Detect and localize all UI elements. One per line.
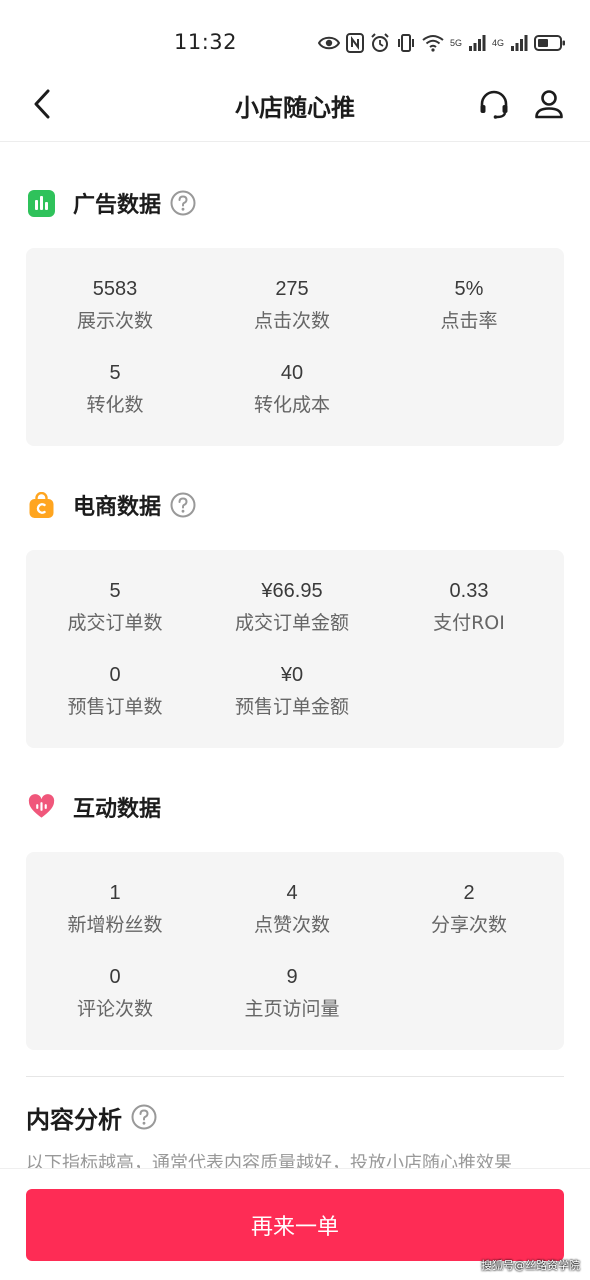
user-icon [535, 90, 563, 119]
status-icons: 5G 4G [317, 30, 566, 56]
signal-icon-2 [511, 35, 528, 51]
question-circle-icon[interactable] [170, 190, 196, 216]
metric-value: ¥0 [280, 664, 304, 686]
metric-value: 4 [286, 882, 298, 904]
metric-label: 新增粉丝数 [67, 914, 163, 936]
metric-label: 展示次数 [76, 310, 153, 332]
vibrate-icon [397, 34, 414, 52]
section-divider [26, 1076, 564, 1077]
metric-value: 275 [275, 278, 309, 300]
metric-value: 0.33 [449, 580, 489, 602]
signal-icon [468, 35, 486, 51]
metric-conversions: 5 转化数 [26, 358, 204, 422]
metric-order-count: 5 成交订单数 [26, 576, 204, 640]
nav-bar: 小店随心推 [0, 72, 590, 142]
metric-value: 5% [454, 278, 484, 300]
ecommerce-data-card: 5 成交订单数 ¥66.95 成交订单金额 0.33 支付ROI 0 预售订单数… [26, 550, 564, 748]
ad-data-header: 广告数据 [28, 185, 196, 221]
bottom-action-bar: 再来一单 搜狐号@丝路资学院 [0, 1168, 590, 1280]
metric-label: 转化成本 [253, 394, 330, 416]
heart-icon [28, 794, 55, 821]
metric-presale-order-amount: ¥0 预售订单金额 [203, 660, 381, 724]
metric-value: ¥66.95 [261, 580, 323, 602]
headset-icon [480, 90, 508, 119]
content-analysis-title: 内容分析 [26, 1105, 122, 1134]
metric-value: 9 [286, 966, 298, 988]
question-circle-icon[interactable] [131, 1104, 157, 1130]
customer-support-button[interactable] [474, 84, 514, 124]
metric-label: 预售订单数 [67, 696, 163, 718]
metric-label: 成交订单金额 [234, 612, 349, 634]
metric-value: 5583 [92, 278, 138, 300]
shopping-bag-icon [28, 491, 55, 519]
eye-icon [317, 36, 340, 50]
metric-label: 评论次数 [76, 998, 153, 1020]
metric-impressions: 5583 展示次数 [26, 274, 204, 338]
metric-conversion-cost: 40 转化成本 [203, 358, 381, 422]
watermark: 搜狐号@丝路资学院 [481, 1259, 580, 1272]
status-time: 11:32 [174, 30, 238, 54]
metric-ctr: 5% 点击率 [380, 274, 558, 338]
interaction-data-header: 互动数据 [28, 789, 161, 825]
metric-profile-visits: 9 主页访问量 [203, 962, 381, 1026]
battery-icon [534, 35, 565, 51]
metric-comments: 0 评论次数 [26, 962, 204, 1026]
metric-label: 点击率 [440, 310, 498, 332]
metric-label: 点击次数 [253, 310, 330, 332]
ecommerce-data-title: 电商数据 [73, 495, 162, 520]
metric-label: 支付ROI [433, 612, 505, 634]
metric-new-followers: 1 新增粉丝数 [26, 878, 204, 942]
interaction-data-title: 互动数据 [73, 797, 162, 822]
metric-label: 预售订单金额 [234, 696, 349, 718]
metric-label: 转化数 [86, 394, 144, 416]
network-5g-label: 5G [449, 37, 462, 48]
metric-label: 点赞次数 [253, 914, 330, 936]
metric-shares: 2 分享次数 [380, 878, 558, 942]
content-analysis-header: 内容分析 [26, 1097, 157, 1137]
network-4g-label: 4G [491, 37, 504, 48]
metric-value: 40 [280, 362, 304, 384]
interaction-data-card: 1 新增粉丝数 4 点赞次数 2 分享次数 0 评论次数 9 主页访问量 [26, 852, 564, 1050]
metric-order-amount: ¥66.95 成交订单金额 [203, 576, 381, 640]
content-analysis-description: 以下指标越高，通常代表内容质量越好，投放小店随心推效果 [26, 1153, 512, 1168]
ecommerce-data-header: 电商数据 [28, 487, 196, 523]
wifi-icon [422, 35, 444, 52]
question-circle-icon[interactable] [170, 492, 196, 518]
ad-data-card: 5583 展示次数 275 点击次数 5% 点击率 5 转化数 40 转化成本 [26, 248, 564, 446]
alarm-icon [371, 33, 389, 52]
metric-label: 分享次数 [430, 914, 507, 936]
metric-value: 5 [109, 580, 121, 602]
metric-value: 2 [463, 882, 475, 904]
metric-value: 1 [109, 882, 121, 904]
bar-chart-icon [28, 189, 55, 217]
metric-presale-order-count: 0 预售订单数 [26, 660, 204, 724]
metric-value: 0 [109, 966, 121, 988]
metric-label: 主页访问量 [244, 998, 340, 1020]
metric-likes: 4 点赞次数 [203, 878, 381, 942]
metric-label: 成交订单数 [67, 612, 163, 634]
reorder-button[interactable]: 再来一单 [26, 1189, 564, 1261]
metric-clicks: 275 点击次数 [203, 274, 381, 338]
nfc-icon [345, 33, 364, 53]
metric-value: 5 [109, 362, 121, 384]
ad-data-title: 广告数据 [73, 193, 162, 218]
metric-payment-roi: 0.33 支付ROI [380, 576, 558, 640]
profile-button[interactable] [529, 84, 569, 124]
metric-value: 0 [109, 664, 121, 686]
